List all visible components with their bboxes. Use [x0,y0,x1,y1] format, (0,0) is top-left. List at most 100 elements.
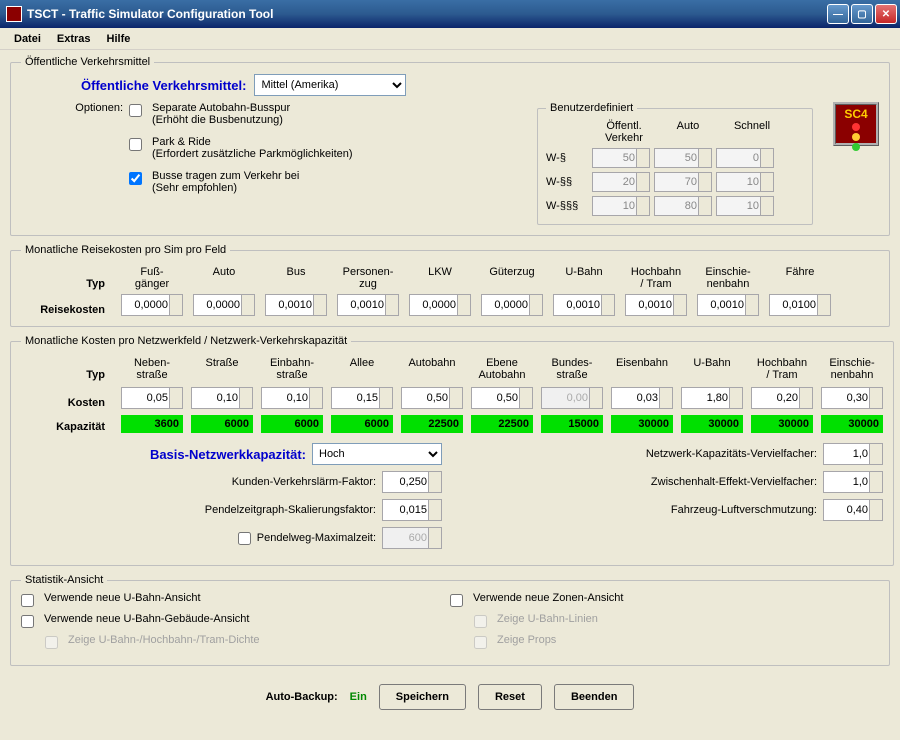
travel-val-7[interactable]: 0,0010 [625,294,687,316]
net-cap-8: 30000 [681,415,743,433]
net-cost-3[interactable]: 0,15 [331,387,393,409]
net-cost-7[interactable]: 0,03 [611,387,673,409]
travel-val-6[interactable]: 0,0010 [553,294,615,316]
travel-val-9[interactable]: 0,0100 [769,294,831,316]
travel-val-3[interactable]: 0,0010 [337,294,399,316]
travel-val-8[interactable]: 0,0010 [697,294,759,316]
travel-cost-group: Monatliche Reisekosten pro Sim pro Feld … [10,244,890,327]
net-head-8: U-Bahn [681,357,743,381]
network-legend: Monatliche Kosten pro Netzwerkfeld / Net… [21,335,351,347]
travel-head-1: Auto [193,266,255,290]
stats-right-2 [474,636,487,649]
net-cap-4: 22500 [401,415,463,433]
travel-head-3: Personen- zug [337,266,399,290]
net-cost-5[interactable]: 0,50 [471,387,533,409]
minimize-button[interactable]: — [827,4,849,24]
save-button[interactable]: Speichern [379,684,466,710]
net-cost-6: 0,00 [541,387,603,409]
net-cost-10[interactable]: 0,30 [821,387,883,409]
stats-group: Statistik-Ansicht Verwende neue U-Bahn-A… [10,574,890,666]
ud-spin-1-1[interactable]: 70 [654,172,712,192]
right-param-val-0[interactable]: 1,0 [823,443,883,465]
ud-spin-0-0[interactable]: 50 [592,148,650,168]
cap-row-label: Kapazität [21,421,111,433]
opv-option-1[interactable] [129,138,142,151]
stats-left-0[interactable] [21,594,34,607]
travel-val-2[interactable]: 0,0010 [265,294,327,316]
ud-spin-1-2[interactable]: 10 [716,172,774,192]
typ-label-2: Typ [21,369,111,381]
stats-left-1[interactable] [21,615,34,628]
commute-max-label: Pendelweg-Maximalzeit: [257,532,376,544]
travel-head-2: Bus [265,266,327,290]
net-cost-9[interactable]: 0,20 [751,387,813,409]
net-cost-2[interactable]: 0,10 [261,387,323,409]
net-head-6: Bundes- straße [541,357,603,381]
net-cost-8[interactable]: 1,80 [681,387,743,409]
typ-label: Typ [21,278,111,290]
stats-left-2 [45,636,58,649]
reset-button[interactable]: Reset [478,684,542,710]
opv-option-0[interactable] [129,104,142,117]
ud-spin-2-2[interactable]: 10 [716,196,774,216]
menu-help[interactable]: Hilfe [99,30,139,48]
userdef-group: Benutzerdefiniert Öffentl. VerkehrAutoSc… [537,102,813,225]
travel-val-4[interactable]: 0,0000 [409,294,471,316]
net-cap-10: 30000 [821,415,883,433]
net-head-7: Eisenbahn [611,357,673,381]
ud-col-2: Schnell [720,120,784,144]
maximize-button[interactable]: ▢ [851,4,873,24]
ud-spin-2-1[interactable]: 80 [654,196,712,216]
menu-file[interactable]: Datei [6,30,49,48]
right-param-label-1: Zwischenhalt-Effekt-Vervielfacher: [651,476,817,488]
ud-spin-1-0[interactable]: 20 [592,172,650,192]
net-cap-2: 6000 [261,415,323,433]
opv-option-sub-1: (Erfordert zusätzliche Parkmöglichkeiten… [152,148,353,160]
travel-val-5[interactable]: 0,0000 [481,294,543,316]
left-param-val-0[interactable]: 0,250 [382,471,442,493]
stats-legend: Statistik-Ansicht [21,574,107,586]
travel-val-1[interactable]: 0,0000 [193,294,255,316]
net-cap-7: 30000 [611,415,673,433]
footer: Auto-Backup: Ein Speichern Reset Beenden [10,674,890,720]
commute-max-check[interactable] [238,532,251,545]
right-param-val-1[interactable]: 1,0 [823,471,883,493]
left-param-val-1[interactable]: 0,015 [382,499,442,521]
public-transport-group: Öffentliche Verkehrsmittel Öffentliche V… [10,56,890,236]
stats-left-label-1: Verwende neue U-Bahn-Gebäude-Ansicht [44,613,249,625]
close-button[interactable] [875,4,897,24]
net-cost-1[interactable]: 0,10 [191,387,253,409]
net-head-4: Autobahn [401,357,463,381]
stats-right-0[interactable] [450,594,463,607]
quit-button[interactable]: Beenden [554,684,634,710]
titlebar: TSCT - Traffic Simulator Configuration T… [0,0,900,28]
travel-cost-legend: Monatliche Reisekosten pro Sim pro Feld [21,244,230,256]
net-cost-4[interactable]: 0,50 [401,387,463,409]
base-cap-label: Basis-Netzwerkkapazität: [150,447,306,462]
opv-option-2[interactable] [129,172,142,185]
ud-spin-0-1[interactable]: 50 [654,148,712,168]
travel-row-label: Reisekosten [21,304,111,316]
menu-extras[interactable]: Extras [49,30,99,48]
stats-right-label-2: Zeige Props [497,634,556,646]
travel-val-0[interactable]: 0,0000 [121,294,183,316]
ud-spin-0-2[interactable]: 0 [716,148,774,168]
opv-select[interactable]: Mittel (Amerika) [254,74,406,96]
network-group: Monatliche Kosten pro Netzwerkfeld / Net… [10,335,894,566]
opv-label: Öffentliche Verkehrsmittel: [81,78,246,93]
userdef-legend: Benutzerdefiniert [546,102,637,114]
travel-head-0: Fuß- gänger [121,266,183,290]
travel-head-7: Hochbahn / Tram [625,266,687,290]
base-cap-select[interactable]: Hoch [312,443,442,465]
ud-row-label-1: W-§§ [546,176,592,188]
travel-head-5: Güterzug [481,266,543,290]
commute-max-input[interactable]: 600 [382,527,442,549]
autobackup-value: Ein [350,691,367,703]
ud-spin-2-0[interactable]: 10 [592,196,650,216]
net-head-1: Straße [191,357,253,381]
opv-option-text-2: Busse tragen zum Verkehr bei [152,170,299,182]
right-param-label-2: Fahrzeug-Luftverschmutzung: [671,504,817,516]
menubar: Datei Extras Hilfe [0,28,900,50]
right-param-val-2[interactable]: 0,40 [823,499,883,521]
net-cost-0[interactable]: 0,05 [121,387,183,409]
